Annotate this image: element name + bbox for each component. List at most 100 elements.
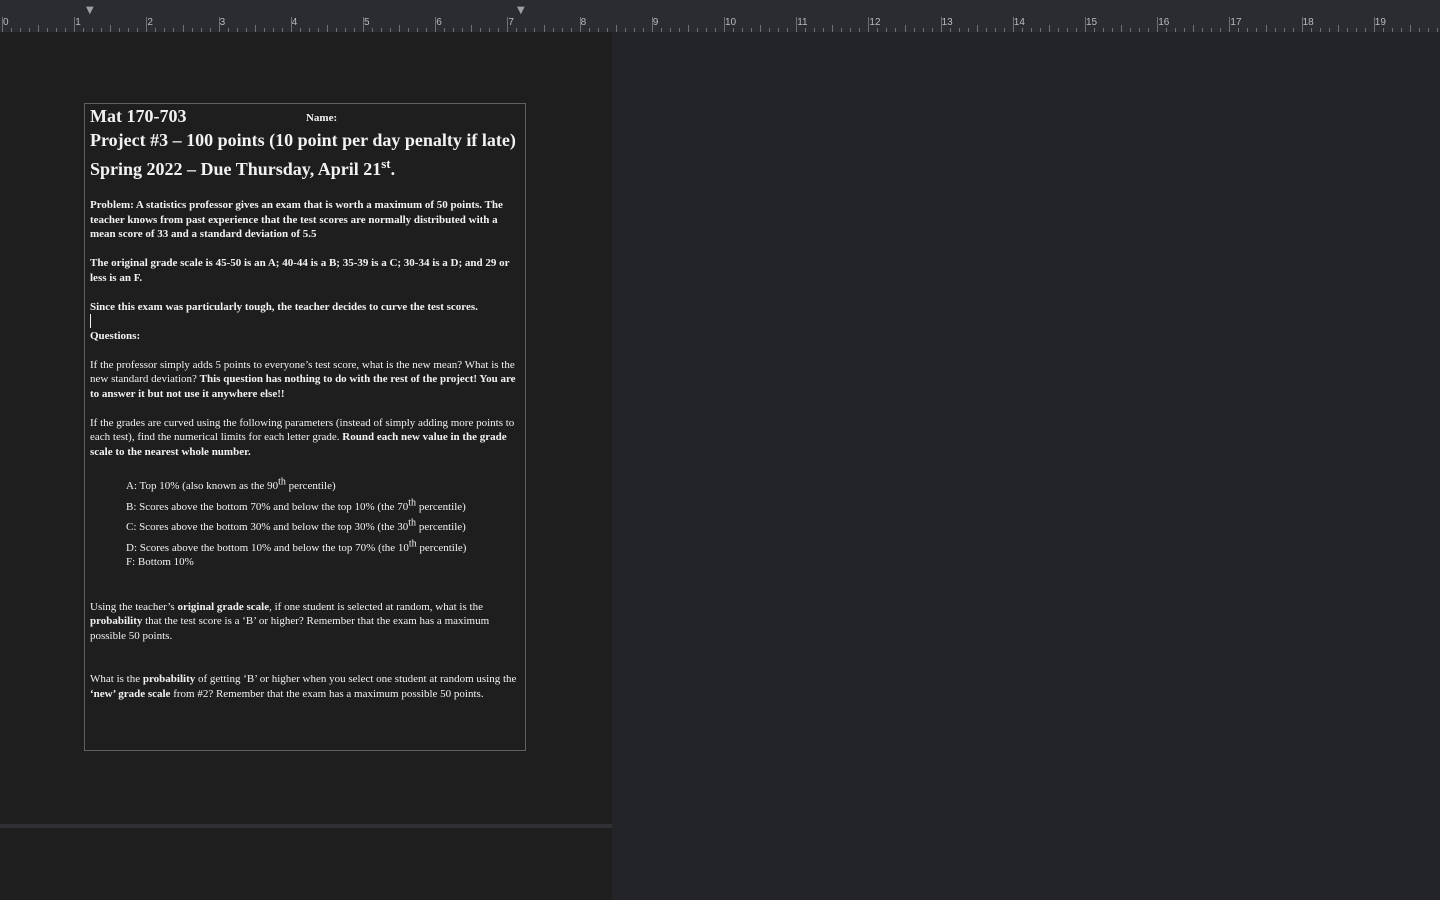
- ruler-tick: [507, 17, 509, 32]
- due-date-suffix: st: [381, 156, 391, 171]
- question-4-text-3: from #2? Remember that the exam has a ma…: [170, 687, 484, 700]
- question-3-text-3: that the test score is a ‘B’ or higher? …: [90, 615, 490, 642]
- question-3: Using the teacher’s original grade scale…: [90, 600, 522, 644]
- right-indent-marker[interactable]: ▼: [517, 6, 525, 16]
- ruler-number: 17: [1230, 17, 1242, 28]
- ruler-tick: [435, 17, 437, 32]
- ruler-tick: [904, 25, 906, 32]
- grade-b-sup: th: [408, 496, 417, 508]
- ruler-tick: [2, 17, 3, 32]
- document-page[interactable]: Mat 170-703 Name: Project #3 – 100 point…: [84, 103, 526, 751]
- ruler-number: 19: [1374, 17, 1386, 28]
- ruler-tick: [182, 25, 184, 32]
- ruler-number: 15: [1086, 17, 1098, 28]
- questions-heading: Questions:: [90, 329, 141, 342]
- empty-workspace: [612, 32, 1440, 900]
- ruler-tick: [363, 17, 364, 32]
- question-4-text-1: What is the: [90, 673, 143, 685]
- grade-c-text: C: Scores above the bottom 30% and below…: [126, 521, 409, 533]
- question-4-bold-2: ‘new’ grade scale: [90, 687, 171, 700]
- ruler-tick: [1229, 17, 1231, 32]
- grade-item-b: B: Scores above the bottom 70% and below…: [126, 496, 522, 515]
- course-code: Mat 170-703: [90, 106, 187, 126]
- ruler-tick: [146, 17, 148, 32]
- question-3-text-1: Using the teacher’s: [90, 600, 178, 613]
- ruler-tick: [254, 25, 256, 32]
- first-line-indent-marker[interactable]: ▼: [86, 6, 94, 16]
- ruler-tick: [1337, 25, 1339, 32]
- question-2: If the grades are curved using the follo…: [90, 416, 522, 460]
- ruler-tick: [579, 17, 581, 32]
- ruler-tick: [1193, 25, 1195, 32]
- grade-a-text: A: Top 10% (also known as the 90: [126, 480, 279, 492]
- ruler-tick: [687, 25, 689, 32]
- ruler-tick: [74, 17, 76, 32]
- ruler-tick: [976, 25, 978, 32]
- project-title: Project #3 – 100 points (10 point per da…: [90, 130, 516, 150]
- ruler-tick: [1301, 17, 1303, 32]
- ruler-tick: [1265, 25, 1267, 32]
- grade-parameters-list: A: Top 10% (also known as the 90th perce…: [126, 476, 522, 570]
- horizontal-ruler[interactable]: ▼ ▼ 0 1 2 3 4 5 6 7 8 9 10 11 12 13 14 15 16 17 18 19: [0, 0, 1440, 33]
- name-label: Name:: [305, 112, 338, 124]
- grade-scale-paragraph: The original grade scale is 45-50 is an …: [90, 257, 510, 284]
- grade-c-sup: th: [408, 517, 417, 529]
- grade-b-text: B: Scores above the bottom 70% and below…: [126, 500, 409, 513]
- question-3-bold-2: probability: [90, 615, 143, 627]
- grade-a-sup: th: [278, 476, 286, 488]
- ruler-number: 9: [652, 17, 659, 28]
- ruler-tick: [940, 17, 942, 32]
- ruler-number: 0: [3, 17, 9, 28]
- question-4: What is the probability of getting ‘B’ o…: [90, 672, 522, 701]
- ruler-tick: [1012, 17, 1014, 32]
- grade-f-text: F: Bottom 10%: [126, 556, 194, 568]
- page-content[interactable]: Mat 170-703 Name: Project #3 – 100 point…: [90, 106, 522, 701]
- ruler-tick: [651, 17, 653, 32]
- ruler-number: 13: [941, 17, 953, 28]
- ruler-tick: [1373, 17, 1375, 32]
- ruler-number: 12: [869, 17, 881, 28]
- ruler-tick: [218, 17, 220, 32]
- ruler-number: 14: [1013, 17, 1025, 28]
- question-1: If the professor simply adds 5 points to…: [90, 358, 522, 402]
- grade-item-d: D: Scores above the bottom 10% and below…: [126, 538, 522, 556]
- grade-a-tail: percentile): [285, 480, 336, 492]
- grade-item-c: C: Scores above the bottom 30% and below…: [126, 517, 522, 535]
- question-3-text-2: , if one student is selected at random, …: [269, 600, 483, 613]
- ruler-tick: [399, 25, 401, 32]
- due-date-line: Spring 2022 – Due Thursday, April 21st.: [90, 153, 522, 180]
- grade-item-a: A: Top 10% (also known as the 90th perce…: [126, 476, 522, 494]
- ruler-tick: [1157, 17, 1159, 32]
- ruler-tick: [760, 25, 762, 32]
- ruler-tick: [326, 25, 328, 32]
- ruler-tick: [832, 25, 834, 32]
- ruler-tick: [1121, 25, 1123, 32]
- ruler-number: 11: [797, 17, 808, 28]
- ruler-tick: [868, 17, 870, 32]
- problem-paragraph: Problem: A statistics professor gives an…: [90, 199, 503, 240]
- ruler-tick: [543, 25, 545, 32]
- grade-item-f: F: Bottom 10%: [126, 555, 522, 570]
- ruler-number: 6: [436, 17, 442, 28]
- ruler-tick: [796, 17, 798, 32]
- ruler-number: 4: [291, 17, 298, 28]
- page-separator: [0, 824, 612, 828]
- ruler-tick: [724, 17, 725, 32]
- ruler-number: 5: [364, 17, 370, 28]
- grade-d-text: D: Scores above the bottom 10% and below…: [126, 541, 409, 554]
- ruler-tick: [290, 17, 292, 32]
- course-title-line: Mat 170-703 Name:: [90, 106, 522, 130]
- ruler-number: 3: [219, 17, 226, 28]
- due-date-period: .: [390, 159, 396, 179]
- ruler-number: 7: [508, 17, 514, 28]
- ruler-tick: [110, 25, 112, 32]
- text-cursor-line[interactable]: [90, 314, 522, 329]
- grade-b-tail: percentile): [416, 500, 466, 513]
- ruler-number: 18: [1302, 17, 1314, 28]
- ruler-number: 2: [147, 17, 153, 28]
- ruler-tick: [615, 25, 617, 32]
- text-cursor: [90, 314, 91, 329]
- ruler-tick: [1085, 17, 1086, 32]
- due-date-text: Spring 2022 – Due Thursday, April 21: [90, 159, 382, 179]
- ruler-number: 1: [75, 17, 81, 28]
